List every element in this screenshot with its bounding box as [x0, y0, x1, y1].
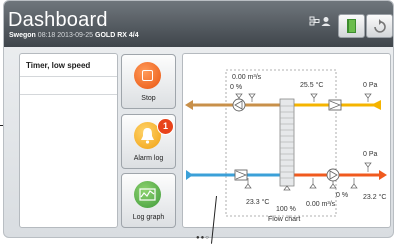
- supply-temp-value: 23.2 °C: [363, 194, 387, 201]
- alarm-log-button[interactable]: 1 Alarm log: [121, 114, 176, 169]
- flow-chart-label: Flow chart: [268, 216, 301, 223]
- alarm-log-label: Alarm log: [133, 155, 164, 162]
- outdoor-temp-value: 23.3 °C: [246, 199, 270, 206]
- hierarchy-icon: [309, 16, 320, 26]
- extract-pressure-value: 0 Pa: [363, 82, 378, 89]
- log-graph-label: Log graph: [132, 214, 165, 221]
- datetime: 08:18 2013-09-25: [37, 32, 94, 39]
- exhaust-fan-percent: 0 %: [230, 84, 243, 91]
- supply-flow-value: 0.00 m³/s: [306, 201, 336, 208]
- supply-fan-percent: 0 %: [336, 192, 349, 199]
- flow-diagram: [185, 69, 387, 217]
- unit-number: 4/4: [128, 32, 139, 39]
- operating-mode-label: Timer, low speed: [26, 61, 91, 70]
- divider: [20, 76, 117, 77]
- refresh-icon: [374, 19, 386, 33]
- exchanger-percent: 100 %: [276, 206, 296, 213]
- supply-arrow-icon: [379, 170, 387, 180]
- refresh-button[interactable]: [366, 14, 393, 38]
- divider: [20, 94, 117, 95]
- user-icon: [321, 17, 331, 26]
- door-icon: [347, 19, 356, 33]
- operating-mode-panel: Timer, low speed: [19, 53, 118, 228]
- header-subtitle: Swegon 08:18 2013-09-25 GOLD RX 4/4: [9, 32, 139, 39]
- exhaust-flow-value: 0.00 m³/s: [232, 74, 262, 81]
- outdoor-arrow-icon: [186, 170, 193, 180]
- logout-button[interactable]: [338, 14, 365, 38]
- stop-label: Stop: [141, 95, 156, 102]
- graph-icon: [134, 181, 161, 208]
- alarm-count-badge: 1: [157, 118, 174, 135]
- top-bar: Dashboard Swegon 08:18 2013-09-25 GOLD R…: [4, 1, 393, 47]
- flow-chart-panel[interactable]: 0.00 m³/s 0 % 25.5 °C 0 Pa 0 Pa 0 % 23.3…: [182, 53, 391, 228]
- stop-icon: [134, 62, 161, 89]
- brand-logo: Swegon: [9, 32, 36, 39]
- exhaust-arrow-icon: [185, 100, 193, 110]
- supply-pressure-value: 0 Pa: [363, 151, 378, 158]
- status-icons: [309, 16, 331, 26]
- page-title: Dashboard: [8, 9, 108, 31]
- extract-arrow-icon: [371, 100, 381, 110]
- page-indicator[interactable]: ●●○: [196, 235, 210, 241]
- stop-button[interactable]: Stop: [121, 54, 176, 109]
- unit-name: GOLD RX: [95, 32, 127, 39]
- log-graph-button[interactable]: Log graph: [121, 173, 176, 228]
- extract-temp-value: 25.5 °C: [300, 82, 324, 89]
